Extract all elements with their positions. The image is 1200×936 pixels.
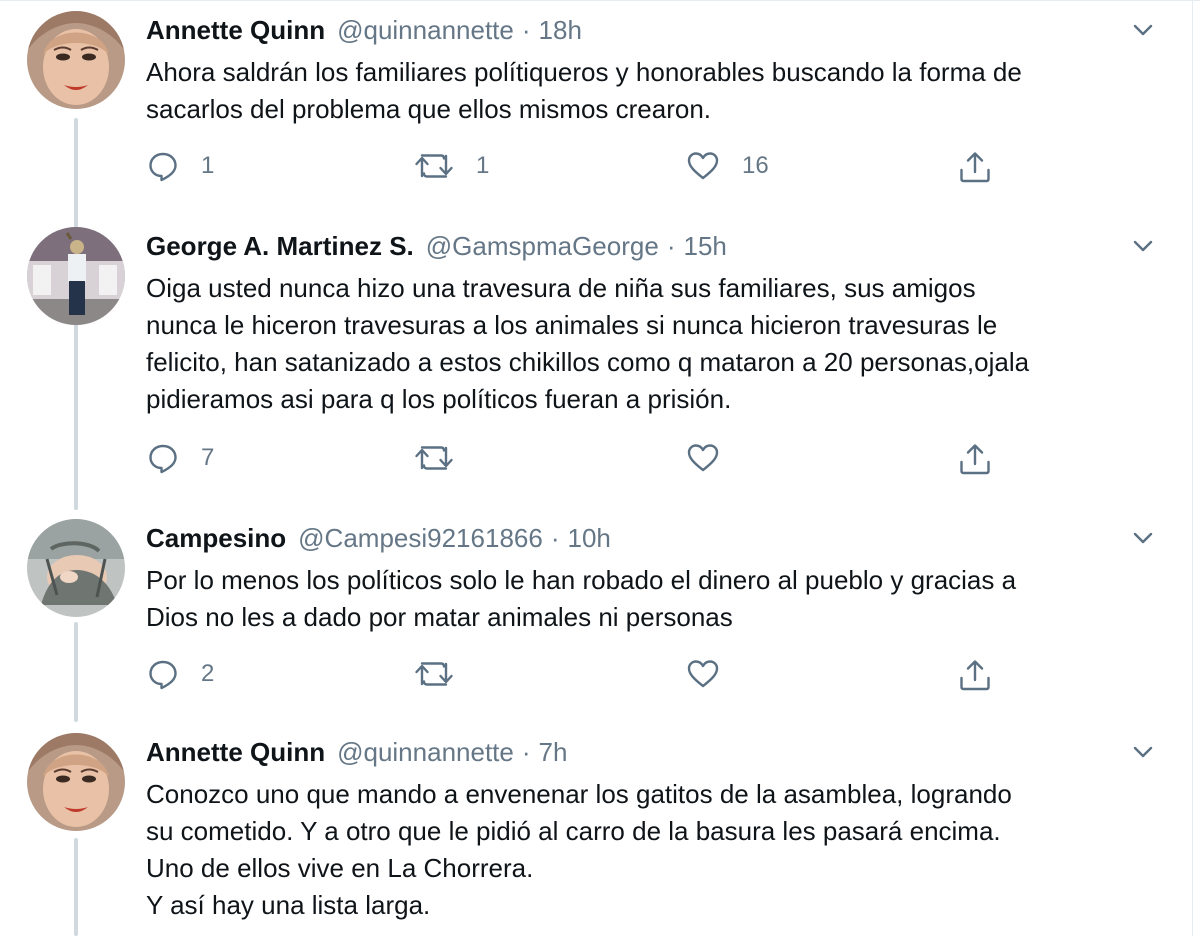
- tweet-text-line: Dios no les a dado por matar animales ni…: [146, 602, 733, 632]
- share-button[interactable]: [958, 658, 992, 692]
- right-divider: [1192, 0, 1193, 936]
- timestamp[interactable]: 18h: [539, 15, 582, 46]
- reply-button[interactable]: 1: [147, 150, 214, 182]
- separator-dot: ·: [550, 522, 560, 553]
- reply-icon: [149, 660, 177, 690]
- tweet-text: Por lo menos los políticos solo le han r…: [146, 562, 1176, 636]
- share-icon: [960, 660, 990, 691]
- retweet-icon: [415, 662, 453, 686]
- like-icon: [687, 444, 719, 472]
- reply-count: 7: [201, 444, 215, 471]
- tweet-text-line: Y así hay una lista larga.: [146, 890, 431, 920]
- tweet-text-line: felicito, han satanizado a estos chikill…: [146, 347, 1030, 377]
- avatar[interactable]: [27, 733, 125, 831]
- author-name[interactable]: Annette Quinn: [146, 15, 325, 46]
- tweet-text: Conozco uno que mando a envenenar los ga…: [146, 776, 1176, 924]
- tweet-header: Annette Quinn @quinnannette · 7h: [146, 730, 567, 774]
- reply-icon: [149, 152, 177, 182]
- separator-dot: ·: [521, 736, 531, 767]
- tweet-text-line: Por lo menos los políticos solo le han r…: [146, 565, 1017, 595]
- author-name[interactable]: Campesino: [146, 523, 286, 554]
- retweet-button[interactable]: 1: [414, 150, 489, 182]
- timestamp[interactable]: 7h: [539, 737, 568, 768]
- reply-icon: [149, 444, 177, 474]
- tweet-header: George A. Martinez S. @GamspmaGeorge · 1…: [146, 224, 727, 268]
- retweet-count: 1: [476, 152, 490, 179]
- tweet[interactable]: Annette Quinn @quinnannette · 7h Conozco…: [0, 730, 1192, 936]
- separator-dot: ·: [666, 230, 676, 261]
- like-button[interactable]: [686, 442, 742, 474]
- author-name[interactable]: Annette Quinn: [146, 737, 325, 768]
- tweet-header: Annette Quinn @quinnannette · 18h: [146, 8, 582, 52]
- chevron-down-icon[interactable]: [1132, 744, 1154, 760]
- like-button[interactable]: 16: [686, 150, 769, 182]
- author-handle[interactable]: @GamspmaGeorge: [426, 231, 659, 262]
- chevron-down-icon[interactable]: [1132, 22, 1154, 38]
- tweet-text-line: Conozco uno que mando a envenenar los ga…: [146, 779, 1012, 809]
- reply-button[interactable]: 2: [147, 658, 214, 690]
- top-divider: [0, 0, 1200, 1]
- retweet-button[interactable]: [414, 658, 476, 690]
- timestamp[interactable]: 10h: [568, 523, 611, 554]
- chevron-down-icon[interactable]: [1132, 530, 1154, 546]
- reply-count: 1: [201, 152, 215, 179]
- tweet[interactable]: Campesino @Campesi92161866 · 10h Por lo …: [0, 516, 1192, 726]
- tweet[interactable]: Annette Quinn @quinnannette · 18h Ahora …: [0, 8, 1192, 218]
- like-icon: [687, 152, 719, 180]
- tweet-text: Oiga usted nunca hizo una travesura de n…: [146, 270, 1176, 418]
- tweet-text-line: Uno de ellos vive en La Chorrera.: [146, 853, 534, 883]
- like-count: 16: [742, 152, 769, 179]
- share-icon: [960, 444, 990, 475]
- tweet-text-line: sacarlos del problema que ellos mismos c…: [146, 94, 712, 124]
- tweet-text: Ahora saldrán los familiares polítiquero…: [146, 54, 1176, 128]
- reply-button[interactable]: 7: [147, 442, 214, 474]
- retweet-icon: [415, 154, 453, 178]
- reply-count: 2: [201, 660, 215, 687]
- avatar[interactable]: [27, 227, 125, 325]
- share-button[interactable]: [958, 150, 992, 184]
- timestamp[interactable]: 15h: [683, 231, 726, 262]
- author-name[interactable]: George A. Martinez S.: [146, 231, 414, 262]
- author-handle[interactable]: @Campesi92161866: [298, 523, 543, 554]
- avatar[interactable]: [27, 11, 125, 109]
- share-icon: [960, 152, 990, 183]
- tweet-text-line: pidieramos asi para q los políticos fuer…: [146, 384, 732, 414]
- tweet[interactable]: George A. Martinez S. @GamspmaGeorge · 1…: [0, 224, 1192, 514]
- retweet-button[interactable]: [414, 442, 476, 474]
- retweet-icon: [415, 446, 453, 470]
- tweet-text-line: nunca le hiceron travesuras a los animal…: [146, 310, 998, 340]
- avatar[interactable]: [27, 519, 125, 617]
- like-icon: [687, 660, 719, 688]
- tweet-header: Campesino @Campesi92161866 · 10h: [146, 516, 611, 560]
- author-handle[interactable]: @quinnannette: [337, 737, 514, 768]
- author-handle[interactable]: @quinnannette: [337, 15, 514, 46]
- separator-dot: ·: [521, 14, 531, 45]
- chevron-down-icon[interactable]: [1132, 238, 1154, 254]
- share-button[interactable]: [958, 442, 992, 476]
- tweet-text-line: su cometido. Y a otro que le pidió al ca…: [146, 816, 1001, 846]
- tweet-text-line: Oiga usted nunca hizo una travesura de n…: [146, 273, 976, 303]
- like-button[interactable]: [686, 658, 742, 690]
- tweet-text-line: Ahora saldrán los familiares polítiquero…: [146, 57, 1022, 87]
